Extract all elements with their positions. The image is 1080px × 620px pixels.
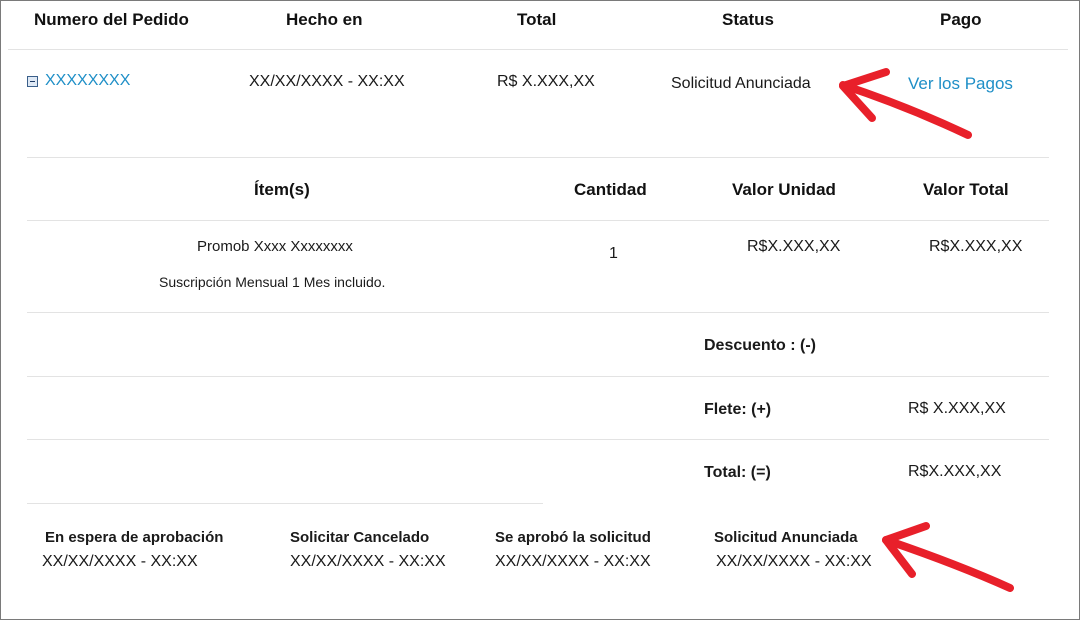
collapse-icon[interactable] <box>27 76 38 87</box>
shipping-value: R$ X.XXX,XX <box>908 400 1006 417</box>
view-payments-link[interactable]: Ver los Pagos <box>908 74 1013 94</box>
item-total-value: R$X.XXX,XX <box>929 238 1023 255</box>
order-date: XX/XX/XXXX - XX:XX <box>249 73 405 90</box>
item-name: Promob Xxxx Xxxxxxxx <box>197 238 353 255</box>
items-header-divider <box>27 220 1049 221</box>
header-total: Total <box>517 10 557 29</box>
header-divider <box>8 49 1068 50</box>
summary-total-label: Total: (=) <box>704 464 771 481</box>
item-row-divider <box>27 312 1049 313</box>
timeline-step-announced-label: Solicitud Anunciada <box>714 529 858 546</box>
header-status: Status <box>722 10 774 29</box>
header-total-value: Valor Total <box>923 180 1009 199</box>
timeline-step-cancel-date: XX/XX/XXXX - XX:XX <box>290 553 446 570</box>
header-date: Hecho en <box>286 10 363 29</box>
shipping-label: Flete: (+) <box>704 401 772 418</box>
order-total: R$ X.XXX,XX <box>497 73 595 90</box>
item-description: Suscripción Mensual 1 Mes incluido. <box>159 274 386 290</box>
header-quantity: Cantidad <box>574 180 647 199</box>
summary-divider <box>27 503 543 504</box>
header-order-number: Numero del Pedido <box>34 10 189 29</box>
timeline-step-cancel-label: Solicitar Cancelado <box>290 529 430 546</box>
order-row-divider <box>27 157 1049 158</box>
header-payment: Pago <box>940 10 982 29</box>
item-unit-value: R$X.XXX,XX <box>747 238 841 255</box>
timeline-step-awaiting-date: XX/XX/XXXX - XX:XX <box>42 553 198 570</box>
timeline-step-approved-date: XX/XX/XXXX - XX:XX <box>495 553 651 570</box>
discount-divider <box>27 376 1049 377</box>
item-quantity: 1 <box>609 245 618 262</box>
order-status: Solicitud Anunciada <box>671 75 811 92</box>
order-number-link[interactable]: XXXXXXXX <box>45 72 130 90</box>
timeline-step-announced-date: XX/XX/XXXX - XX:XX <box>716 553 872 570</box>
header-items: Ítem(s) <box>254 180 310 199</box>
timeline-step-awaiting-label: En espera de aprobación <box>45 529 224 546</box>
summary-total-value: R$X.XXX,XX <box>908 463 1002 480</box>
header-unit-value: Valor Unidad <box>732 180 836 199</box>
discount-label: Descuento : (-) <box>704 337 816 354</box>
shipping-divider <box>27 439 1049 440</box>
timeline-step-approved-label: Se aprobó la solicitud <box>495 529 651 546</box>
